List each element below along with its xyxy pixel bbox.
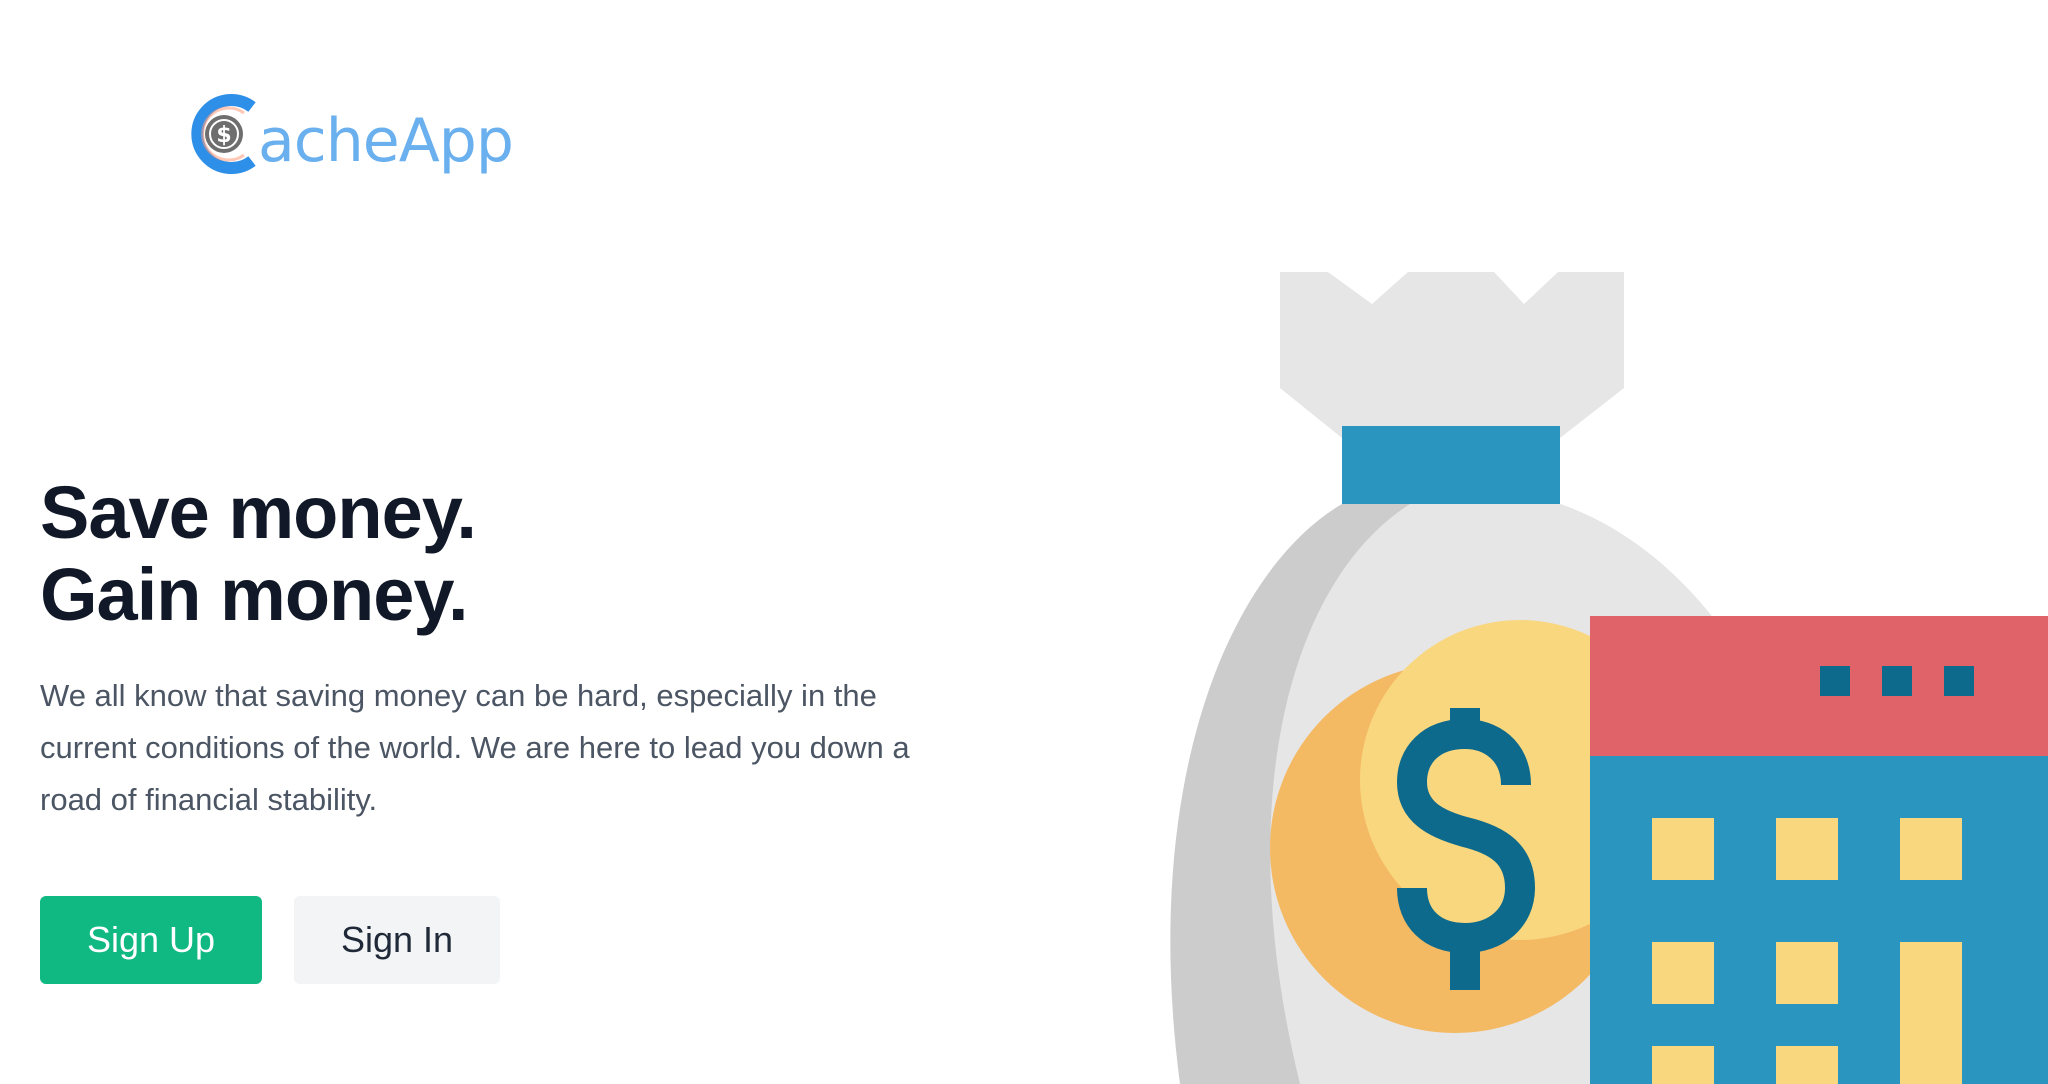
hero-headline: Save money. Gain money. xyxy=(40,472,1000,636)
landing-page: $ acheApp Save money. Gain money. We all… xyxy=(0,0,2048,1084)
brand-name: acheApp xyxy=(258,106,514,176)
app-logo[interactable]: $ acheApp xyxy=(186,86,514,182)
hero-actions: Sign Up Sign In xyxy=(40,896,1000,984)
dollar-coin-c-icon: $ xyxy=(191,94,256,174)
hero-description: We all know that saving money can be har… xyxy=(40,678,910,817)
money-bag-and-bank-building-icon xyxy=(1170,272,2048,1084)
sign-in-button[interactable]: Sign In xyxy=(294,896,500,984)
sign-up-button[interactable]: Sign Up xyxy=(40,896,262,984)
hero-section: Save money. Gain money. We all know that… xyxy=(40,472,1000,984)
headline-line-2: Gain money. xyxy=(40,553,469,636)
hero-illustration xyxy=(1080,240,2048,1084)
headline-line-1: Save money. xyxy=(40,471,477,554)
svg-text:$: $ xyxy=(216,123,231,148)
